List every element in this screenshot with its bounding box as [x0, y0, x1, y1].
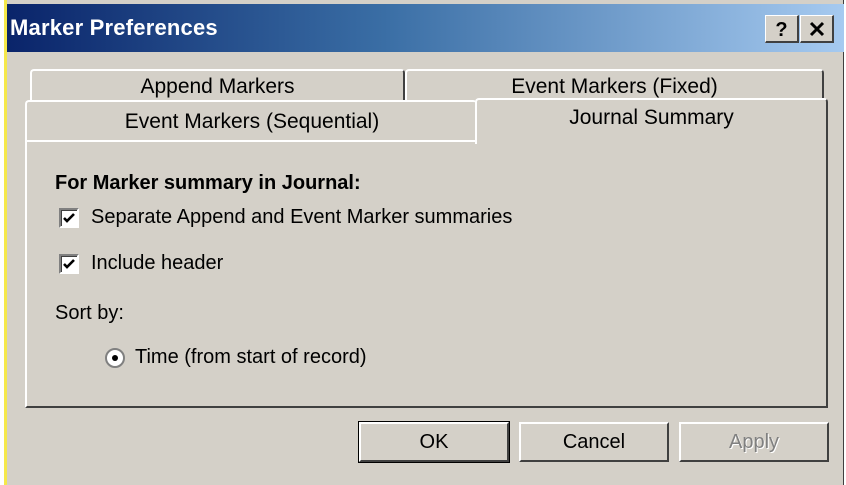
title-bar[interactable]: Marker Preferences ? — [7, 4, 844, 52]
help-button[interactable]: ? — [765, 15, 799, 43]
tab-label: Event Markers (Sequential) — [124, 110, 380, 133]
sort-time-option[interactable]: Time (from start of record) — [105, 346, 367, 369]
checkbox-label: Include header — [91, 252, 224, 274]
close-icon — [809, 20, 825, 42]
separate-summaries-checkbox[interactable] — [59, 207, 79, 228]
radio-label: Time (from start of record) — [135, 346, 367, 368]
marker-preferences-dialog: Marker Preferences ? Append Markers Even… — [7, 0, 844, 485]
include-header-option[interactable]: Include header — [59, 252, 223, 275]
tab-event-markers-fixed[interactable]: Event Markers (Fixed) — [405, 69, 824, 101]
section-heading: For Marker summary in Journal: — [55, 172, 361, 194]
radio-dot-icon[interactable] — [105, 347, 125, 368]
checkbox-label: Separate Append and Event Marker summari… — [91, 206, 513, 228]
journal-summary-panel: For Marker summary in Journal: Separate … — [25, 140, 828, 408]
tab-label: Event Markers (Fixed) — [511, 75, 718, 98]
ok-button[interactable]: OK — [358, 421, 510, 463]
checkmark-icon — [63, 212, 75, 223]
help-icon: ? — [775, 19, 788, 41]
tab-append-markers[interactable]: Append Markers — [30, 69, 405, 101]
apply-button[interactable]: Apply — [679, 422, 829, 462]
window-title: Marker Preferences — [10, 15, 218, 40]
tab-journal-summary[interactable]: Journal Summary — [475, 98, 828, 144]
separate-summaries-option[interactable]: Separate Append and Event Marker summari… — [59, 206, 512, 229]
tab-label: Append Markers — [140, 75, 295, 98]
sort-by-label: Sort by: — [55, 302, 124, 324]
close-button[interactable] — [800, 15, 834, 43]
tab-event-markers-sequential[interactable]: Event Markers (Sequential) — [25, 100, 477, 140]
tab-label: Journal Summary — [569, 106, 734, 129]
cancel-button[interactable]: Cancel — [519, 422, 669, 462]
include-header-checkbox[interactable] — [59, 253, 79, 274]
checkmark-icon — [63, 258, 75, 269]
